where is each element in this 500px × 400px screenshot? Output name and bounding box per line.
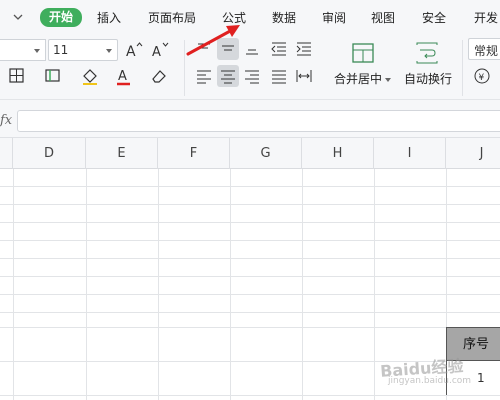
decrease-font-size-button[interactable]: A (149, 39, 171, 61)
font-size-value: 11 (53, 43, 69, 57)
align-center-button[interactable] (217, 65, 239, 87)
tab-data[interactable]: 数据 (272, 9, 296, 27)
gridline (0, 258, 500, 259)
ribbon-toolbar: 11 A A A 合并居中 自动换行 常规 ¥ (0, 34, 500, 100)
gridline (0, 186, 500, 187)
justify-icon (272, 70, 286, 84)
cell-style-button[interactable] (42, 65, 64, 87)
gridline (0, 240, 500, 241)
svg-text:A: A (126, 44, 136, 60)
gridline (0, 294, 500, 295)
font-color-icon: A (117, 69, 130, 86)
cell-style-icon (45, 69, 60, 82)
watermark-url: jingyan.baidu.com (388, 376, 472, 386)
align-center-icon (221, 70, 235, 84)
gridline (0, 327, 500, 328)
borders-icon (9, 68, 24, 83)
column-header-f[interactable]: F (158, 138, 230, 169)
eraser-icon (152, 70, 166, 83)
align-right-button[interactable] (241, 65, 263, 87)
svg-text:¥: ¥ (479, 73, 485, 83)
tab-security[interactable]: 安全 (422, 9, 446, 27)
tab-insert[interactable]: 插入 (97, 9, 121, 27)
distributed-align-icon (296, 70, 312, 82)
outdent-icon (271, 42, 286, 56)
tab-view[interactable]: 视图 (371, 9, 395, 27)
tab-developer[interactable]: 开发 (474, 9, 498, 27)
increase-font-size-button[interactable]: A (123, 39, 145, 61)
fill-color-button[interactable] (79, 65, 101, 87)
chevron-down-icon (34, 49, 40, 53)
paint-bucket-icon (83, 69, 97, 85)
tab-home[interactable]: 开始 (40, 8, 83, 27)
chevron-down-icon (385, 77, 392, 82)
ribbon-tab-bar: 开始 插入 页面布局 公式 数据 审阅 视图 安全 开发 (0, 0, 500, 34)
indent-icon (296, 42, 311, 56)
merge-center-text: 合并居中 (334, 72, 383, 86)
row-header-corner[interactable] (0, 138, 13, 169)
column-header-g[interactable]: G (230, 138, 302, 169)
gridline (0, 204, 500, 205)
column-header-d[interactable]: D (13, 138, 86, 169)
merge-cells-icon (352, 43, 374, 63)
annotation-arrow-icon (186, 25, 240, 56)
font-grow-icon: A (126, 42, 143, 60)
merge-center-label[interactable]: 合并居中 (334, 70, 392, 87)
currency-format-button[interactable]: ¥ (471, 65, 493, 87)
clear-button[interactable] (148, 65, 170, 87)
gridline (0, 395, 500, 396)
align-left-icon (197, 70, 211, 84)
column-header-h[interactable]: H (302, 138, 374, 169)
distributed-align-button[interactable] (293, 65, 315, 87)
tab-review[interactable]: 审阅 (322, 9, 346, 27)
column-header-e[interactable]: E (86, 138, 158, 169)
column-header-j[interactable]: J (446, 138, 500, 169)
decrease-indent-button[interactable] (268, 38, 290, 60)
borders-button[interactable] (6, 65, 28, 87)
svg-text:A: A (152, 45, 161, 60)
wrap-text-label[interactable]: 自动换行 (404, 70, 452, 87)
formula-input[interactable] (17, 110, 500, 132)
gridline (0, 312, 500, 313)
font-size-select[interactable]: 11 (48, 39, 118, 61)
number-format-select[interactable]: 常规 (468, 38, 500, 60)
fx-label[interactable]: fx (0, 113, 12, 128)
wrap-text-button[interactable] (414, 41, 440, 65)
divider (462, 40, 463, 96)
merge-center-button[interactable] (350, 41, 376, 65)
align-right-icon (245, 70, 259, 84)
gridline (0, 276, 500, 277)
font-shrink-icon: A (152, 42, 169, 60)
column-header-i[interactable]: I (374, 138, 446, 169)
align-left-button[interactable] (193, 65, 215, 87)
chevron-down-icon (106, 49, 112, 53)
justify-button[interactable] (268, 65, 290, 87)
gridline (0, 222, 500, 223)
wrap-text-icon (416, 42, 438, 64)
increase-indent-button[interactable] (293, 38, 315, 60)
yen-coin-icon: ¥ (474, 68, 490, 84)
number-format-value: 常规 (474, 44, 499, 58)
column-header-row: D E F G H I J (0, 138, 500, 169)
svg-text:A: A (118, 69, 127, 84)
font-name-select[interactable] (0, 39, 46, 61)
formula-bar: fx (0, 100, 500, 138)
font-color-button[interactable]: A (113, 65, 135, 87)
menu-chevron-icon[interactable] (10, 10, 26, 24)
